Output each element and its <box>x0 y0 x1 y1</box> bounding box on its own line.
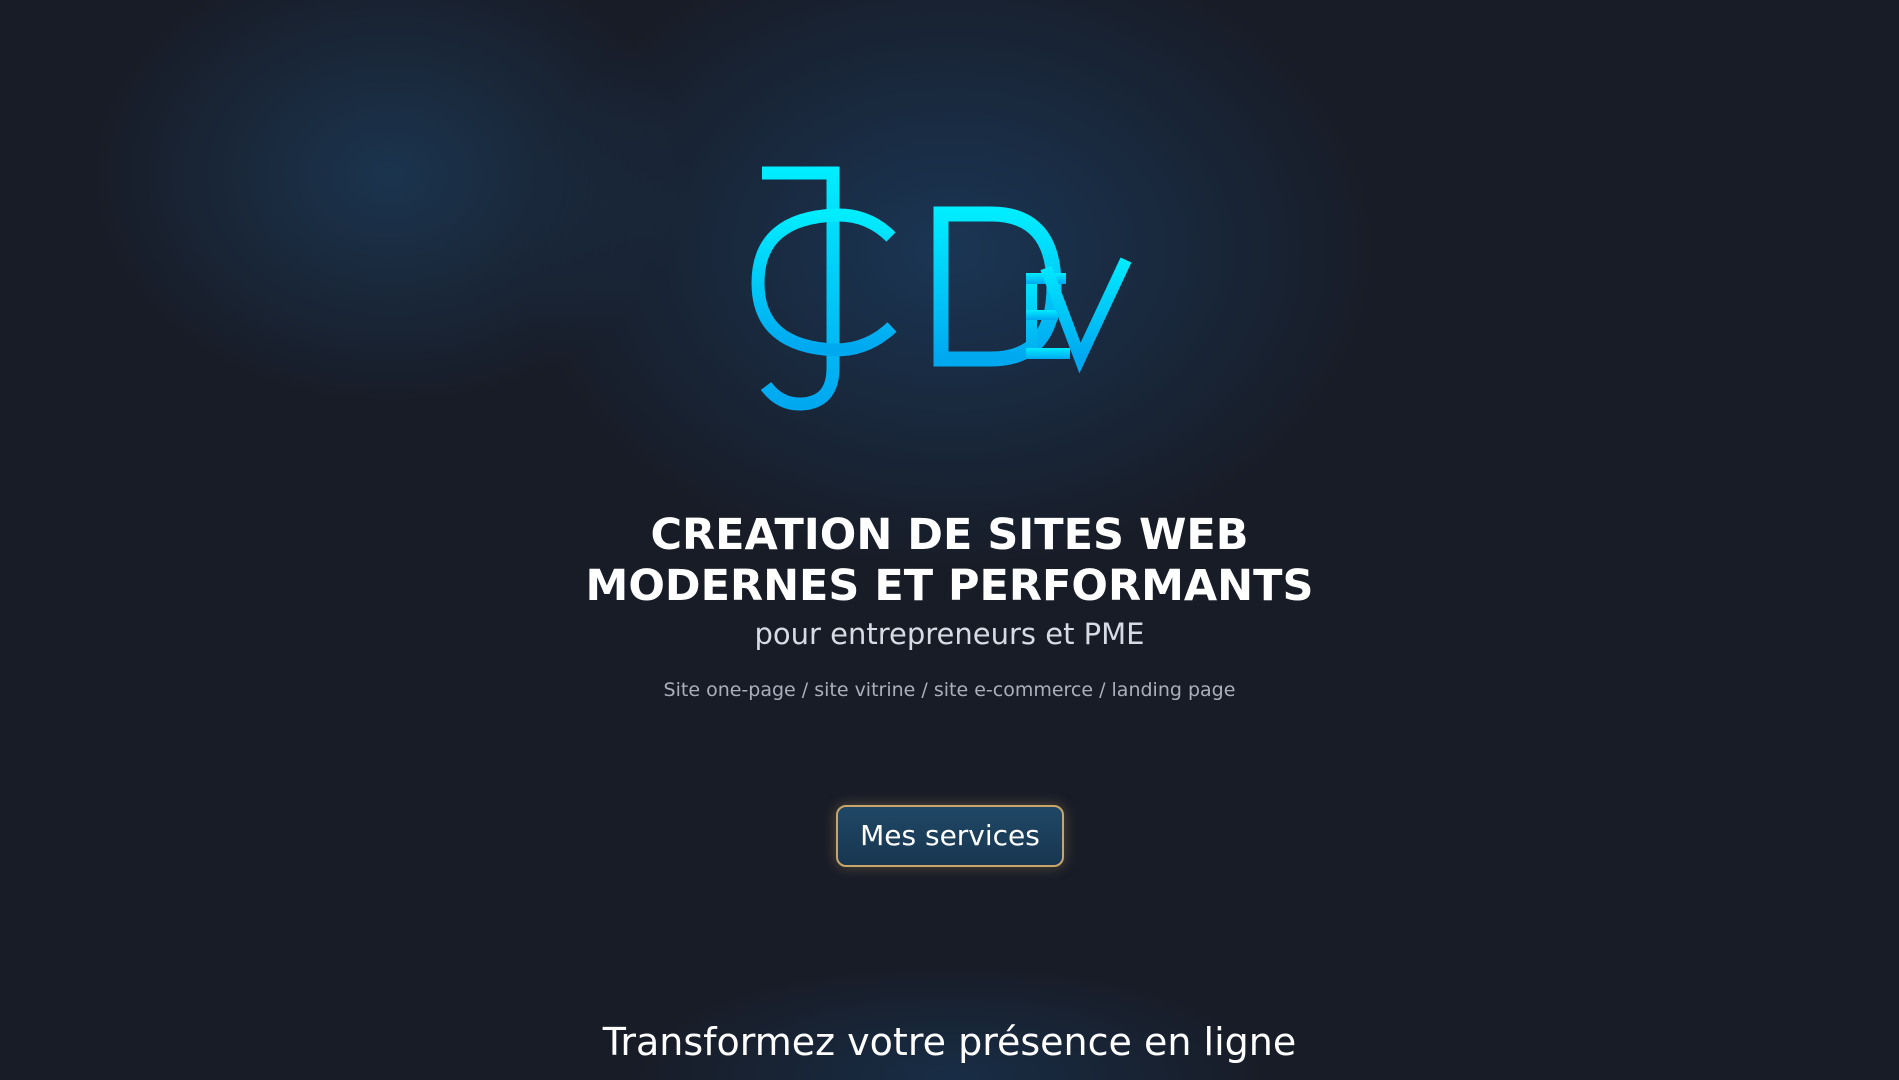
section-title: Transformez votre présence en ligne <box>602 1020 1297 1064</box>
logo-letter-c <box>751 208 897 357</box>
hero-headline: CREATION DE SITES WEB MODERNES ET PERFOR… <box>0 510 1899 612</box>
hero-subtitle: pour entrepreneurs et PME <box>754 617 1145 651</box>
site-types-text: Site one-page / site vitrine / site e-co… <box>663 679 1236 701</box>
jc-dev-logo <box>751 166 1132 411</box>
logo-letter-j <box>760 166 840 411</box>
services-button[interactable]: Mes services <box>836 805 1064 867</box>
hero-headline-line-1: CREATION DE SITES WEB <box>650 510 1249 560</box>
hero-headline-line-2: MODERNES ET PERFORMANTS <box>585 561 1314 611</box>
logo-letter-d <box>933 206 1062 367</box>
